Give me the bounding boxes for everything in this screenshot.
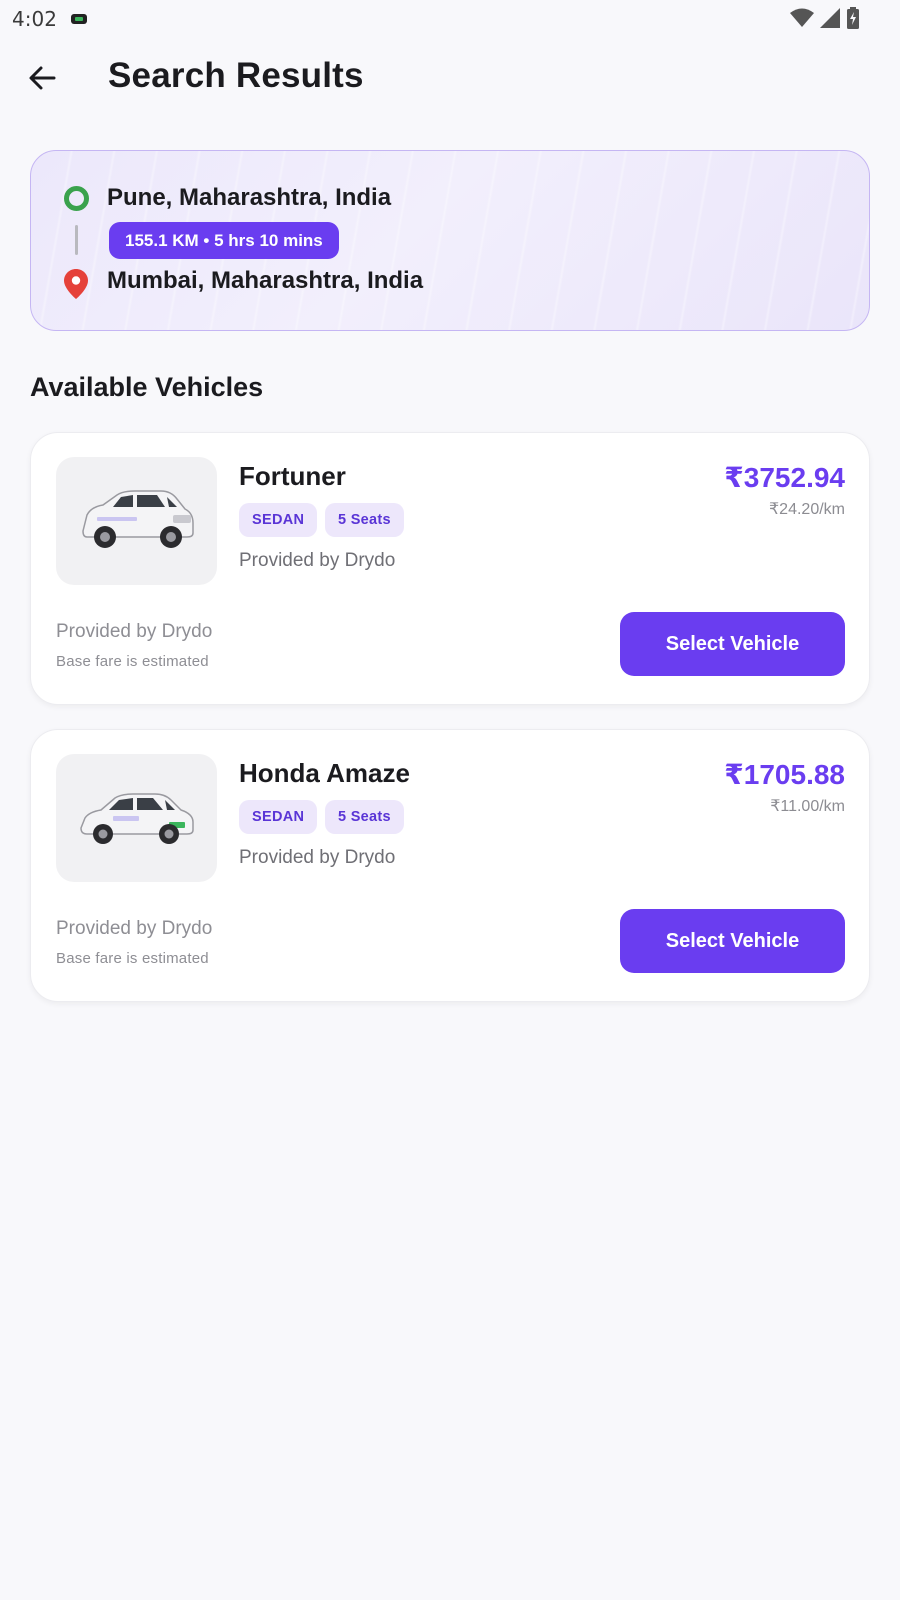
footer-provider: Provided by Drydo	[56, 918, 213, 939]
vehicle-type-tag: SEDAN	[239, 800, 318, 834]
battery-charging-icon	[847, 7, 859, 29]
vehicle-price: ₹1705.88	[724, 759, 845, 790]
screen: 4:02 Search Results Pune, Maharashtra, I…	[0, 0, 900, 1600]
route-summary-card: Pune, Maharashtra, India 155.1 KM • 5 hr…	[30, 150, 870, 331]
available-vehicles-heading: Available Vehicles	[30, 372, 264, 402]
status-icons	[790, 7, 860, 29]
status-bar: 4:02	[0, 0, 900, 38]
suv-icon	[81, 490, 194, 548]
vehicle-name: Honda Amaze	[239, 758, 410, 788]
vehicle-card: Honda Amaze SEDAN 5 Seats Provided by Dr…	[30, 729, 870, 1002]
sedan-icon	[79, 793, 194, 844]
vehicle-type-tag: SEDAN	[239, 503, 318, 537]
vehicle-provider: Provided by Drydo	[239, 550, 396, 571]
status-time: 4:02	[12, 7, 57, 31]
origin-location: Pune, Maharashtra, India	[107, 184, 392, 211]
route-connector	[75, 225, 78, 255]
select-vehicle-button[interactable]: Select Vehicle	[620, 612, 845, 676]
vehicle-price: ₹3752.94	[724, 462, 845, 493]
trip-distance-duration-badge: 155.1 KM • 5 hrs 10 mins	[109, 222, 339, 259]
footer-provider: Provided by Drydo	[56, 621, 213, 642]
arrow-left-icon	[29, 66, 56, 90]
signal-icon	[820, 8, 840, 28]
location-pin-icon	[64, 269, 88, 299]
app-bar: Search Results	[0, 38, 900, 118]
select-vehicle-button[interactable]: Select Vehicle	[620, 909, 845, 973]
destination-location: Mumbai, Maharashtra, India	[107, 267, 424, 294]
vehicle-per-km-rate: ₹11.00/km	[770, 798, 845, 815]
vehicle-provider: Provided by Drydo	[239, 847, 396, 868]
origin-circle-icon	[64, 186, 89, 211]
fare-estimate-note: Base fare is estimated	[56, 950, 209, 967]
page-title: Search Results	[108, 56, 364, 95]
fare-estimate-note: Base fare is estimated	[56, 653, 209, 670]
wifi-icon	[790, 8, 814, 27]
back-button[interactable]	[18, 54, 66, 102]
vehicle-image	[56, 457, 217, 585]
notification-icon	[70, 14, 87, 24]
vehicle-image	[56, 754, 217, 882]
vehicle-per-km-rate: ₹24.20/km	[769, 501, 845, 518]
vehicle-seats-tag: 5 Seats	[325, 503, 404, 537]
vehicle-card: Fortuner SEDAN 5 Seats Provided by Drydo…	[30, 432, 870, 705]
vehicle-seats-tag: 5 Seats	[325, 800, 404, 834]
vehicle-name: Fortuner	[239, 461, 346, 491]
